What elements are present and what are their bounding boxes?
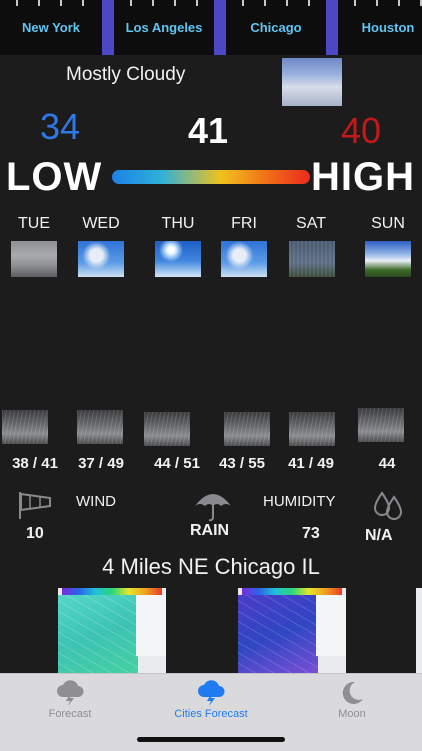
city-tab-separator [214,0,226,55]
windsock-icon [19,492,51,519]
radar-map[interactable] [416,588,422,674]
rain-icon [289,412,335,446]
rain-icon [224,412,270,446]
wind-label: WIND [76,493,116,510]
rain-icon [358,408,404,442]
storm-icon [289,241,335,277]
radar-map[interactable] [58,588,166,674]
forecast-day-sun: SUN [371,215,405,232]
wind-value: 10 [26,525,44,542]
city-tab-separator [326,0,338,55]
sunny-icon [155,241,201,277]
city-tab-ticks [114,0,214,6]
precip-value: N/A [365,527,393,544]
home-indicator [137,737,285,742]
forecast-range-sat: 41 / 49 [288,455,334,472]
cloud-lightning-icon [57,680,84,706]
rain-label: RAIN [190,522,230,539]
current-temperature: 41 [188,110,229,151]
map-legend [242,588,342,595]
overcast-icon [11,241,57,277]
city-tab-ticks [0,0,102,6]
city-tab-ticks [226,0,326,6]
city-tab-ticks [338,0,422,6]
city-tab-label: New York [21,20,81,35]
city-tab-chicago[interactable]: Chicago [226,0,326,55]
map-lake [136,595,166,656]
city-tab-houston[interactable]: Houston [338,0,422,55]
rain-icon [144,412,190,446]
temperature-gradient-bar [112,170,310,184]
partly-cloudy-icon [221,241,267,277]
location-label: 4 Miles NE Chicago IL [102,554,320,579]
tab-label: Cities Forecast [174,708,248,720]
tab-label: Moon [338,708,366,720]
low-label: LOW [6,155,103,199]
current-condition: Mostly Cloudy [66,64,186,85]
humidity-label: HUMIDITY [263,493,336,510]
city-tab-los-angeles[interactable]: Los Angeles [114,0,214,55]
water-drops-icon [373,491,403,520]
map-lake [316,595,346,656]
forecast-day-fri: FRI [231,215,257,232]
city-tab-separator [102,0,114,55]
clear-field-icon [365,241,411,277]
high-label: HIGH [311,155,415,199]
mostly-cloudy-icon [282,58,342,106]
forecast-day-sat: SAT [296,215,326,232]
map-legend [62,588,162,595]
forecast-range-fri: 43 / 55 [219,455,265,472]
forecast-range-thu: 44 / 51 [154,455,200,472]
map-region [58,595,138,674]
forecast-day-wed: WED [82,215,120,232]
city-tab-strip: New York Los Angeles Chicago Houston [0,0,422,55]
cloud-lightning-icon [198,680,225,706]
moon-icon [342,681,363,704]
rain-icon [77,410,123,444]
city-tab-label: Los Angeles [125,20,203,35]
umbrella-icon [195,494,231,522]
city-tab-label: Houston [361,20,415,35]
rain-icon [2,410,48,444]
radar-map[interactable] [238,588,346,674]
humidity-value: 73 [302,525,320,542]
tab-cities-forecast[interactable]: Cities Forecast [141,674,281,720]
tab-moon[interactable]: Moon [282,674,422,720]
tab-label: Forecast [48,708,92,720]
forecast-range-sun: 44 [378,455,396,472]
high-temperature: 40 [341,110,382,151]
map-region [238,595,318,674]
low-temperature: 34 [40,106,81,147]
forecast-day-thu: THU [161,215,195,232]
forecast-range-wed: 37 / 49 [78,455,124,472]
city-tab-new-york[interactable]: New York [0,0,102,55]
forecast-range-tue: 38 / 41 [12,455,58,472]
partly-cloudy-icon [78,241,124,277]
tab-forecast[interactable]: Forecast [0,674,140,720]
forecast-day-tue: TUE [18,215,50,232]
city-tab-label: Chicago [250,20,302,35]
